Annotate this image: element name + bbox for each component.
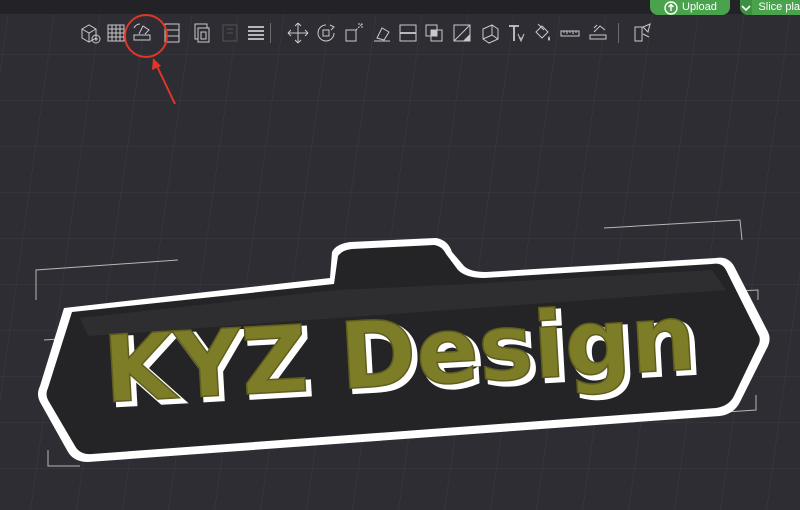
tool-grid-plate[interactable]: [104, 20, 128, 46]
seam-paint-icon: [482, 24, 499, 44]
rotate-icon: [317, 24, 335, 42]
variable-layer-icon: [634, 23, 651, 42]
plate-settings-icon: [222, 24, 238, 42]
lay-on-face-icon: [374, 27, 390, 42]
measure-icon: [560, 30, 580, 37]
3d-viewport[interactable]: KYZ Design KYZ Design: [0, 0, 800, 510]
tool-variable-layer[interactable]: [630, 20, 654, 46]
tool-boolean[interactable]: [422, 20, 446, 46]
auto-orient-icon: [133, 23, 151, 41]
tool-assembly[interactable]: [586, 20, 610, 46]
support-paint-icon: [453, 24, 471, 42]
move-icon: [287, 22, 309, 44]
add-cube-icon: [81, 24, 101, 44]
upload-button[interactable]: Upload: [650, 0, 730, 15]
scale-icon: [345, 23, 363, 42]
tool-support-paint[interactable]: [450, 20, 474, 46]
copy-plate-icon: [194, 23, 210, 43]
boolean-icon: [425, 24, 443, 42]
tool-rotate[interactable]: [314, 20, 338, 46]
cut-icon: [399, 24, 417, 42]
tool-seam-paint[interactable]: [478, 20, 502, 46]
tool-color-paint[interactable]: [530, 20, 554, 46]
upload-label: Upload: [682, 1, 717, 13]
toolbar-separator: [618, 23, 619, 43]
tool-measure[interactable]: [558, 20, 582, 46]
layers-icon: [248, 26, 264, 40]
slice-plate-button[interactable]: Slice pla: [740, 0, 800, 15]
arrange-icon: [164, 23, 180, 43]
upload-icon: [664, 0, 678, 15]
tool-plate-settings: [218, 20, 242, 46]
tool-arrange[interactable]: [160, 20, 184, 46]
tool-text-tool[interactable]: [504, 20, 528, 46]
tool-lay-on-face[interactable]: [370, 20, 394, 46]
tool-copy-plate[interactable]: [190, 20, 214, 46]
grid-plate-icon: [107, 24, 125, 42]
text-tool-icon: [509, 25, 525, 43]
toolbar-separator: [270, 23, 271, 43]
toolbar: [0, 18, 800, 50]
tool-layers[interactable]: [244, 20, 268, 46]
slice-plate-label: Slice pla: [758, 1, 800, 13]
tool-move[interactable]: [286, 20, 310, 46]
tool-scale[interactable]: [342, 20, 366, 46]
chevron-down-icon[interactable]: [740, 0, 753, 15]
tool-add-cube[interactable]: [78, 20, 102, 46]
tool-auto-orient[interactable]: [130, 20, 154, 46]
assembly-icon: [589, 24, 607, 40]
tool-cut[interactable]: [396, 20, 420, 46]
color-paint-icon: [535, 23, 550, 41]
